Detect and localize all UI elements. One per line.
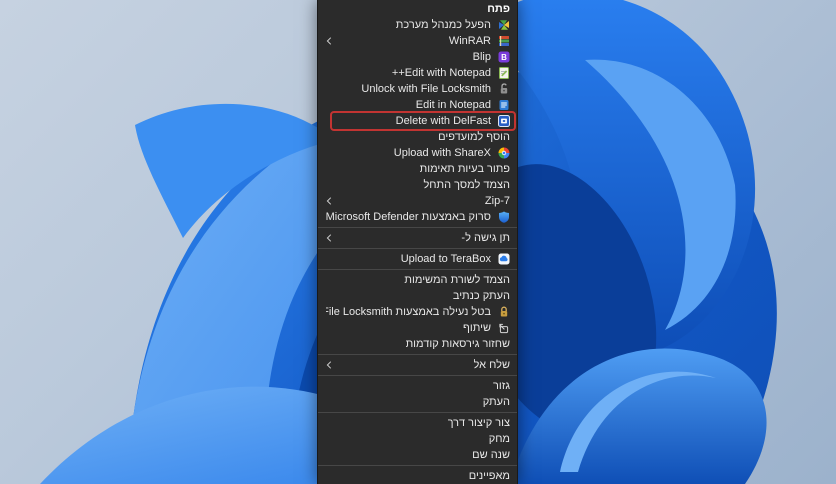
terabox-icon — [498, 253, 510, 265]
blip-icon: B — [498, 51, 510, 63]
menu-item-label: הפעל כמנהל מערכת — [395, 19, 491, 31]
menu-item-label: הצמד לשורת המשימות — [404, 274, 510, 286]
menu-item-winrar[interactable]: WinRAR — [318, 33, 517, 49]
menu-item-troubleshoot-compatibility[interactable]: פתור בעיות תאימות — [318, 161, 517, 177]
menu-item-label: הצמד למסך התחל — [423, 179, 510, 191]
menu-item-label: Delete with DelFast — [395, 115, 491, 127]
menu-item-give-access-to[interactable]: תן גישה ל- — [318, 230, 517, 246]
menu-item-label: שיתוף — [463, 322, 491, 334]
menu-item-label: Upload to TeraBox — [400, 253, 491, 265]
menu-separator — [318, 227, 517, 228]
menu-item-label: WinRAR — [448, 35, 491, 47]
menu-item-add-to-favorites[interactable]: הוסף למועדפים — [318, 129, 517, 145]
menu-separator — [318, 269, 517, 270]
defender-icon — [498, 211, 510, 223]
delfast-icon — [498, 115, 510, 127]
menu-item-label: גזור — [493, 380, 510, 392]
menu-item-copy-as-path[interactable]: העתק כנתיב — [318, 288, 517, 304]
menu-item-restore-previous-versions[interactable]: שחזור גירסאות קודמות — [318, 336, 517, 352]
menu-separator — [318, 465, 517, 466]
menu-item-label: העתק — [482, 396, 510, 408]
menu-item-label: שלח אל — [473, 359, 510, 371]
run-as-admin-icon — [498, 19, 510, 31]
menu-item-unlock-with-file-locksmith[interactable]: Unlock with File Locksmith — [318, 81, 517, 97]
share-icon — [498, 322, 510, 334]
notepad-icon — [498, 99, 510, 111]
menu-item-properties[interactable]: מאפיינים — [318, 468, 517, 484]
menu-item-share[interactable]: שיתוף — [318, 320, 517, 336]
menu-item-cut[interactable]: גזור — [318, 378, 517, 394]
menu-item-run-as-admin[interactable]: הפעל כמנהל מערכת — [318, 17, 517, 33]
menu-item-label: שנה שם — [472, 449, 510, 461]
svg-text:B: B — [501, 53, 507, 62]
menu-item-label: הוסף למועדפים — [438, 131, 510, 143]
menu-item-label: Upload with ShareX — [393, 147, 491, 159]
submenu-chevron-icon — [326, 36, 333, 46]
unlock-icon — [498, 83, 510, 95]
menu-item-open[interactable]: פתח — [318, 1, 517, 17]
menu-item-label: מחק — [488, 433, 510, 445]
menu-item-label: מאפיינים — [468, 470, 510, 482]
menu-item-label: העתק כנתיב — [452, 290, 510, 302]
menu-item-disable-lock-with-file-locksmith[interactable]: בטל נעילה באמצעות File Locksmith — [318, 304, 517, 320]
menu-item-scan-with-microsoft-defender[interactable]: סרוק באמצעות Microsoft Defender... — [318, 209, 517, 225]
menu-item-label: Edit in Notepad — [415, 99, 491, 111]
menu-item-pin-to-start[interactable]: הצמד למסך התחל — [318, 177, 517, 193]
menu-item-label: פתור בעיות תאימות — [419, 163, 510, 175]
menu-item-label: שחזור גירסאות קודמות — [405, 338, 510, 350]
desktop-screen: פתח הפעל כמנהל מערכת WinRAR B Blip Edit with … — [0, 0, 836, 484]
menu-separator — [318, 412, 517, 413]
menu-item-label: סרוק באמצעות Microsoft Defender... — [326, 211, 491, 223]
menu-item-edit-with-notepad-plus-plus[interactable]: Edit with Notepad++ — [318, 65, 517, 81]
submenu-chevron-icon — [326, 360, 333, 370]
menu-item-label: 7-Zip — [484, 195, 510, 207]
sharex-icon — [498, 147, 510, 159]
menu-item-label: Blip — [472, 51, 491, 63]
menu-item-blip[interactable]: B Blip — [318, 49, 517, 65]
menu-item-delete-with-delfast[interactable]: Delete with DelFast — [318, 111, 517, 131]
notepad-plus-plus-icon — [498, 67, 510, 79]
menu-separator — [318, 354, 517, 355]
menu-item-7-zip[interactable]: 7-Zip — [318, 193, 517, 209]
menu-item-label: צור קיצור דרך — [447, 417, 510, 429]
menu-item-edit-in-notepad[interactable]: Edit in Notepad — [318, 97, 517, 113]
menu-item-copy[interactable]: העתק — [318, 394, 517, 410]
context-menu: פתח הפעל כמנהל מערכת WinRAR B Blip Edit with … — [317, 0, 518, 484]
menu-item-label: פתח — [487, 3, 510, 15]
menu-separator — [318, 375, 517, 376]
menu-item-pin-to-taskbar[interactable]: הצמד לשורת המשימות — [318, 272, 517, 288]
menu-separator — [318, 248, 517, 249]
menu-item-label: תן גישה ל- — [461, 232, 510, 244]
menu-item-rename[interactable]: שנה שם — [318, 447, 517, 463]
menu-item-label: בטל נעילה באמצעות File Locksmith — [326, 306, 491, 318]
winrar-icon — [498, 35, 510, 47]
menu-item-upload-with-sharex[interactable]: Upload with ShareX — [318, 145, 517, 161]
menu-item-delete[interactable]: מחק — [318, 431, 517, 447]
menu-item-upload-to-terabox[interactable]: Upload to TeraBox — [318, 251, 517, 267]
menu-item-send-to[interactable]: שלח אל — [318, 357, 517, 373]
menu-item-label: Edit with Notepad++ — [391, 67, 491, 79]
submenu-chevron-icon — [326, 233, 333, 243]
lock-icon — [498, 306, 510, 318]
menu-item-label: Unlock with File Locksmith — [361, 83, 491, 95]
submenu-chevron-icon — [326, 196, 333, 206]
menu-item-create-shortcut[interactable]: צור קיצור דרך — [318, 415, 517, 431]
